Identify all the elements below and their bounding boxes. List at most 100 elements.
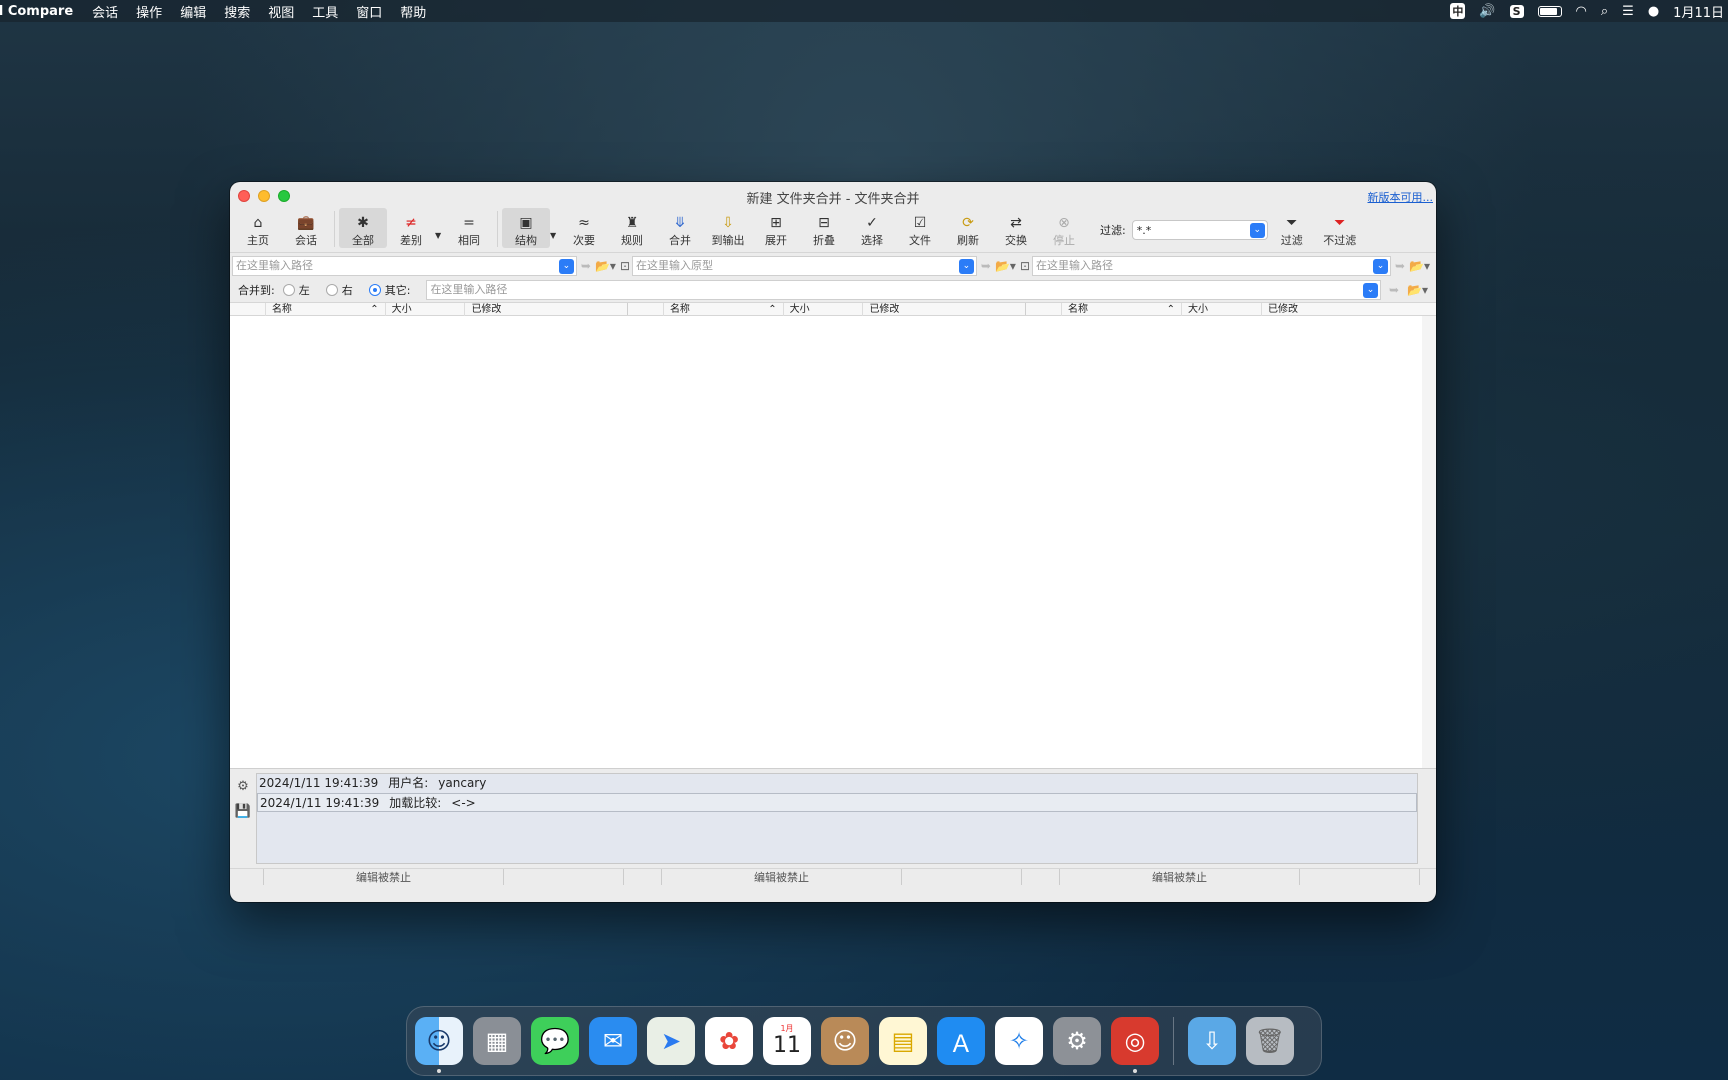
refresh-button[interactable]: ⟳ 刷新 [944,208,992,248]
output-path-dropdown[interactable]: ⌄ [1362,283,1378,298]
merge-left-option[interactable]: 左 [282,282,310,298]
menu-view[interactable]: 视图 [259,2,303,21]
menu-search[interactable]: 搜索 [215,2,259,21]
radio-other[interactable] [368,284,381,296]
expand-button[interactable]: ⊞ 展开 [752,208,800,248]
menu-actions[interactable]: 操作 [127,2,171,21]
contacts-icon[interactable]: ☺ [821,1017,869,1065]
center-size-column[interactable]: 大小 [784,303,864,316]
output-browse-folder-icon[interactable]: 📂▾ [1407,283,1428,297]
center-modified-column[interactable]: 已修改 [863,303,1025,316]
right-path-segment: 在这里输入路径 ⌄ ➥ 📂▾ [1032,255,1430,276]
right-edit-status: 编辑被禁止 [1060,869,1300,885]
log-line[interactable]: 2024/1/11 19:41:39 加载比较: <-> [257,793,1417,812]
s-app-icon[interactable]: S [1509,4,1524,18]
center-compare-icon[interactable]: ⊡ [1020,259,1030,273]
safari-icon[interactable]: ✧ [995,1017,1043,1065]
minor-button[interactable]: ≈ 次要 [560,208,608,248]
launchpad-icon[interactable]: ▦ [473,1017,521,1065]
downloads-folder-icon[interactable]: ⇩ [1188,1017,1236,1065]
merge-button[interactable]: ⤋ 合并 [656,208,704,248]
file-comparison-area[interactable] [230,316,1436,768]
left-modified-column[interactable]: 已修改 [465,303,627,316]
center-path-input[interactable]: 在这里输入原型 ⌄ [632,255,977,276]
input-method-icon[interactable]: 中 [1450,3,1466,19]
no-filter-button[interactable]: ⏷ 不过滤 [1316,208,1364,248]
left-path-input[interactable]: 在这里输入路径 ⌄ [232,255,577,276]
maps-icon[interactable]: ➤ [647,1017,695,1065]
log-line[interactable]: 2024/1/11 19:41:39 用户名: yancary [257,774,1417,793]
wifi-icon[interactable]: ◠ [1576,4,1587,19]
system-settings-icon[interactable]: ⚙ [1053,1017,1101,1065]
show-diff-button[interactable]: ≠ 差别 [387,208,435,248]
merge-right-option[interactable]: 右 [325,282,353,298]
app-store-icon[interactable]: Ａ [937,1017,985,1065]
trash-icon[interactable]: 🗑 [1246,1017,1294,1065]
left-arrow-icon[interactable]: ➥ [581,259,591,273]
diff-dropdown-arrow[interactable]: ▼ [435,231,445,240]
notes-icon[interactable]: ▤ [879,1017,927,1065]
left-path-dropdown[interactable]: ⌄ [558,258,574,274]
control-center-icon[interactable]: ☰ [1622,4,1634,19]
messages-icon[interactable]: 💬 [531,1017,579,1065]
log-list[interactable]: 2024/1/11 19:41:39 用户名: yancary 2024/1/1… [256,773,1418,864]
menu-help[interactable]: 帮助 [391,2,435,21]
rules-button[interactable]: ♜ 规则 [608,208,656,248]
right-size-column[interactable]: 大小 [1182,303,1262,316]
menu-window[interactable]: 窗口 [347,2,391,21]
stop-button[interactable]: ⊗ 停止 [1040,208,1088,248]
show-all-button[interactable]: ✱ 全部 [339,208,387,248]
clock[interactable]: 1月11日 [1673,2,1724,21]
filter-input[interactable]: *.* ⌄ [1131,220,1268,240]
battery-icon[interactable] [1537,5,1562,17]
filter-button[interactable]: ⏷ 过滤 [1268,208,1316,248]
menu-session[interactable]: 会话 [83,2,127,21]
center-arrow-icon[interactable]: ➥ [981,259,991,273]
select-button[interactable]: ✓ 选择 [848,208,896,248]
radio-right[interactable] [325,284,338,296]
show-same-button[interactable]: = 相同 [445,208,493,248]
right-arrow-icon[interactable]: ➥ [1395,259,1405,273]
volume-icon[interactable]: 🔊 [1479,4,1495,19]
menu-tools[interactable]: 工具 [303,2,347,21]
right-name-column[interactable]: 名称 ⌃ [1062,303,1182,316]
right-browse-folder-icon[interactable]: 📂▾ [1409,259,1430,273]
left-size-column[interactable]: 大小 [386,303,466,316]
finder-icon[interactable]: ☺ [415,1017,463,1073]
filter-dropdown-button[interactable]: ⌄ [1249,223,1265,238]
beyond-compare-icon[interactable]: ◎ [1111,1017,1159,1073]
app-menu[interactable]: d Compare [0,4,83,19]
right-modified-column[interactable]: 已修改 [1262,303,1436,316]
save-icon[interactable]: 💾 [235,804,251,819]
center-name-column[interactable]: 名称 ⌃ [664,303,784,316]
collapse-button[interactable]: ⊟ 折叠 [800,208,848,248]
radio-left[interactable] [282,284,295,296]
calendar-icon[interactable]: 1月 11 [763,1017,811,1065]
right-path-input[interactable]: 在这里输入路径 ⌄ [1032,255,1391,276]
center-columns: 名称 ⌃ 大小 已修改 [628,303,1026,316]
home-button[interactable]: ⌂ 主页 [234,208,282,248]
spotlight-search-icon[interactable]: ⌕ [1601,4,1608,19]
new-version-link[interactable]: 新版本可用... [1368,189,1434,205]
left-browse-folder-icon[interactable]: 📂▾ [595,259,616,273]
siri-icon[interactable]: ● [1648,4,1659,19]
output-path-input[interactable]: 在这里输入路径 ⌄ [426,280,1381,300]
left-name-column[interactable]: 名称 ⌃ [266,303,386,316]
to-output-button[interactable]: ⇩ 到输出 [704,208,752,248]
merge-other-option[interactable]: 其它: [368,282,410,298]
menu-edit[interactable]: 编辑 [171,2,215,21]
gear-icon[interactable]: ⚙ [237,779,249,794]
structure-dropdown-arrow[interactable]: ▼ [550,231,560,240]
mail-icon[interactable]: ✉ [589,1017,637,1065]
structure-button[interactable]: ▣ 结构 [502,208,550,248]
left-compare-icon[interactable]: ⊡ [620,259,630,273]
swap-button[interactable]: ⇄ 交换 [992,208,1040,248]
sort-ascending-icon: ⌃ [1166,304,1175,315]
files-button[interactable]: ☑ 文件 [896,208,944,248]
center-path-dropdown[interactable]: ⌄ [958,258,974,274]
session-button[interactable]: 💼 会话 [282,208,330,248]
photos-icon[interactable]: ✿ [705,1017,753,1065]
center-browse-folder-icon[interactable]: 📂▾ [995,259,1016,273]
output-arrow-icon[interactable]: ➥ [1389,283,1399,297]
right-path-dropdown[interactable]: ⌄ [1372,258,1388,274]
